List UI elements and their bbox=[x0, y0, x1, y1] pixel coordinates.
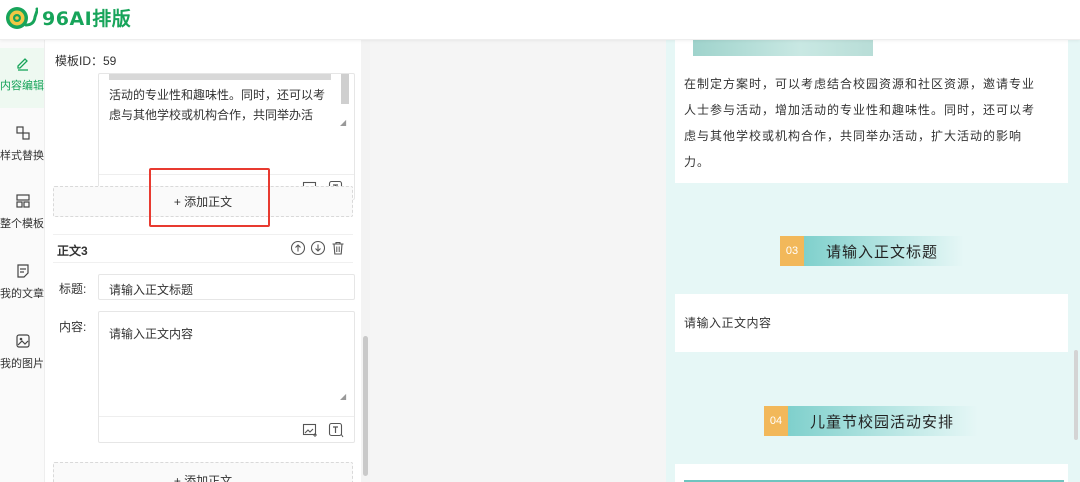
insert-image-icon[interactable] bbox=[302, 422, 318, 438]
preview-line: 虑与其他学校或机构合作，共同举办活动，扩大活动的影响 bbox=[684, 129, 1023, 143]
heading-text: 儿童节校园活动安排 bbox=[788, 406, 978, 436]
left-sidebar: 内容编辑 样式替换 整个模板 我的文章 我的图片 bbox=[0, 40, 45, 482]
content-placeholder: 请输入正文内容 bbox=[109, 327, 194, 341]
highlight-box bbox=[149, 168, 270, 227]
template-id: 模板ID：59 bbox=[55, 54, 117, 68]
section-title: 正文3 bbox=[57, 244, 88, 258]
preview-heading-4: 04 儿童节校园活动安排 bbox=[764, 406, 978, 436]
sidebar-item-content-edit[interactable]: 内容编辑 bbox=[0, 48, 44, 108]
divider bbox=[53, 262, 353, 263]
preview-line: 力。 bbox=[684, 155, 711, 169]
move-up-icon[interactable] bbox=[290, 240, 306, 256]
text-format-icon[interactable] bbox=[328, 422, 344, 438]
snail-logo-icon bbox=[6, 7, 38, 29]
divider bbox=[53, 234, 353, 235]
top-header: 96AI排版 bbox=[0, 0, 1080, 40]
section-actions bbox=[290, 240, 346, 256]
preview-line: 在制定方案时，可以考虑结合校园资源和社区资源，邀请专业 bbox=[684, 77, 1036, 91]
app-logo[interactable]: 96AI排版 bbox=[4, 2, 131, 32]
resize-handle-icon[interactable]: ◢ bbox=[340, 392, 346, 401]
app-name: 96AI排版 bbox=[42, 7, 132, 30]
article-icon bbox=[14, 262, 32, 280]
sidebar-item-label: 内容编辑 bbox=[0, 80, 44, 92]
title-input[interactable]: 请输入正文标题 bbox=[98, 274, 355, 300]
preview-body-card: 请输入正文内容 bbox=[675, 294, 1068, 352]
heading-number: 04 bbox=[764, 406, 788, 436]
preview-line: 人士参与活动，增加活动的专业性和趣味性。同时，还可以考 bbox=[684, 103, 1036, 117]
heading-number: 03 bbox=[780, 236, 804, 266]
preview-next-card bbox=[675, 464, 1068, 482]
add-body-button[interactable]: + 添加正文 bbox=[53, 462, 353, 482]
preview-scrollbar-thumb[interactable] bbox=[1074, 350, 1078, 440]
preview-heading-3: 03 请输入正文标题 bbox=[780, 236, 964, 266]
heading-text: 请输入正文标题 bbox=[804, 236, 964, 266]
title-label: 标题: bbox=[59, 282, 87, 296]
move-down-icon[interactable] bbox=[310, 240, 326, 256]
content-toolbar bbox=[99, 416, 354, 442]
sidebar-item-my-articles[interactable]: 我的文章 bbox=[0, 256, 44, 316]
textarea-scrollbar[interactable] bbox=[341, 74, 349, 104]
preview-body-text: 请输入正文内容 bbox=[684, 316, 772, 330]
workspace-gap bbox=[370, 40, 666, 482]
preview-image bbox=[693, 40, 873, 56]
sidebar-item-style-replace[interactable]: 样式替换 bbox=[0, 118, 44, 178]
sidebar-item-label: 整个模板 bbox=[0, 218, 44, 230]
delete-icon[interactable] bbox=[330, 240, 346, 256]
content-editor-panel: 模板ID：59 活动的专业性和趣味性。同时，还可以考 虑与其他学校或机构合作，共… bbox=[45, 40, 370, 482]
sidebar-item-label: 我的文章 bbox=[0, 288, 44, 300]
content-line: 虑与其他学校或机构合作，共同举办活 bbox=[109, 108, 314, 122]
sidebar-item-label: 我的图片 bbox=[0, 358, 44, 370]
content-line: 活动的专业性和趣味性。同时，还可以考 bbox=[109, 88, 326, 102]
replace-icon bbox=[14, 124, 32, 142]
editor-scrollbar-thumb[interactable] bbox=[363, 336, 368, 476]
image-icon bbox=[14, 332, 32, 350]
content-textarea[interactable]: 请输入正文内容 ◢ bbox=[98, 311, 355, 443]
layout-icon bbox=[14, 192, 32, 210]
sidebar-item-whole-template[interactable]: 整个模板 bbox=[0, 186, 44, 246]
edit-icon bbox=[14, 54, 32, 72]
preview-paragraph-card: 在制定方案时，可以考虑结合校园资源和社区资源，邀请专业 人士参与活动，增加活动的… bbox=[675, 40, 1068, 183]
article-preview: 在制定方案时，可以考虑结合校园资源和社区资源，邀请专业 人士参与活动，增加活动的… bbox=[666, 40, 1080, 482]
sidebar-item-label: 样式替换 bbox=[0, 150, 44, 162]
content-label: 内容: bbox=[59, 320, 87, 334]
sidebar-item-my-images[interactable]: 我的图片 bbox=[0, 326, 44, 386]
cut-off-text-line bbox=[109, 74, 331, 80]
resize-handle-icon[interactable]: ◢ bbox=[340, 118, 346, 127]
